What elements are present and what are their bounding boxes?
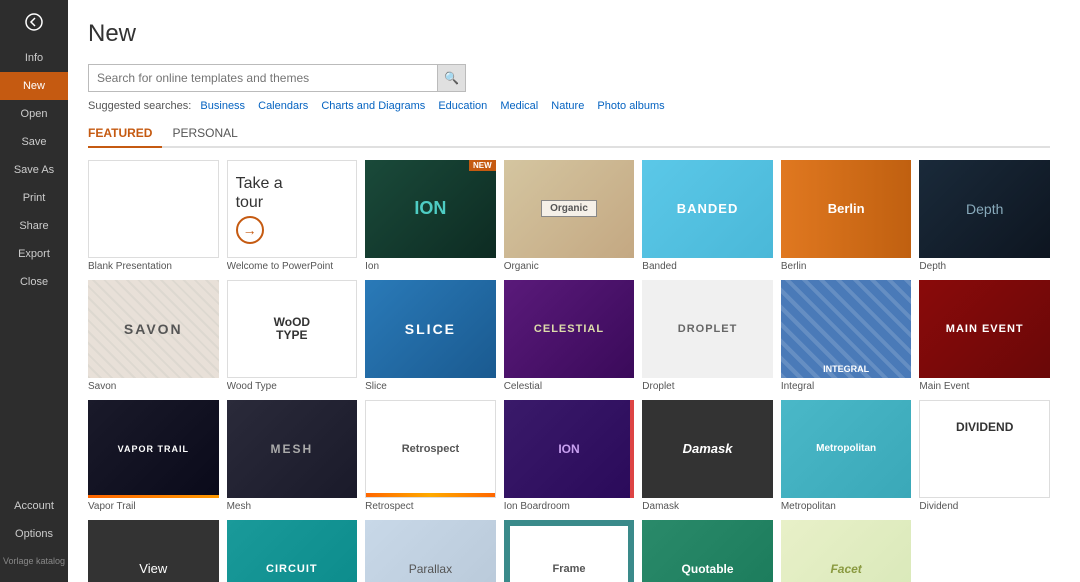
template-mesh[interactable]: MESH Mesh — [227, 400, 358, 512]
sidebar-item-export[interactable]: Export — [0, 240, 68, 268]
sidebar-item-open[interactable]: Open — [0, 100, 68, 128]
sidebar-item-print[interactable]: Print — [0, 184, 68, 212]
sidebar: Info New Open Save Save As Print Share E… — [0, 0, 68, 582]
sidebar-footer-label: Vorlage katalog — [0, 548, 68, 574]
tab-personal[interactable]: PERSONAL — [172, 122, 247, 148]
template-vaportrail[interactable]: VAPOR TRAIL Vapor Trail — [88, 400, 219, 512]
template-celestial[interactable]: CELESTIAL Celestial — [504, 280, 635, 392]
suggested-charts[interactable]: Charts and Diagrams — [321, 100, 425, 112]
suggested-nature[interactable]: Nature — [551, 100, 584, 112]
suggested-medical[interactable]: Medical — [500, 100, 538, 112]
template-quotable[interactable]: Quotable Quotable — [642, 520, 773, 582]
template-mainevent[interactable]: MAIN EVENT Main Event — [919, 280, 1050, 392]
tabs-row: FEATURED PERSONAL — [88, 122, 1050, 148]
page-title: New — [88, 20, 1050, 48]
sidebar-item-new[interactable]: New — [0, 72, 68, 100]
template-view[interactable]: View View — [88, 520, 219, 582]
template-grid: Blank Presentation Take atour → Welcome … — [88, 160, 1050, 582]
suggested-calendars[interactable]: Calendars — [258, 100, 308, 112]
template-frame[interactable]: Frame Frame — [504, 520, 635, 582]
template-parallax[interactable]: Parallax Parallax — [365, 520, 496, 582]
search-row: 🔍 — [88, 64, 1050, 92]
sidebar-item-share[interactable]: Share — [0, 212, 68, 240]
template-integral[interactable]: INTEGRAL Integral — [781, 280, 912, 392]
template-organic[interactable]: Organic Organic — [504, 160, 635, 272]
template-circuit[interactable]: CIRCUIT Circuit — [227, 520, 358, 582]
suggested-education[interactable]: Education — [438, 100, 487, 112]
template-slice[interactable]: SLICE Slice — [365, 280, 496, 392]
back-button[interactable] — [0, 0, 68, 44]
template-blank[interactable]: Blank Presentation — [88, 160, 219, 272]
ion-new-tag: NEW — [469, 160, 496, 171]
search-icon: 🔍 — [444, 71, 459, 85]
template-savon[interactable]: SAVON Savon — [88, 280, 219, 392]
main-content: New 🔍 Suggested searches: Business Calen… — [68, 0, 1080, 582]
template-ion[interactable]: ION NEW Ion — [365, 160, 496, 272]
template-woodtype[interactable]: WoODTYPE Wood Type — [227, 280, 358, 392]
template-berlin[interactable]: Berlin Berlin — [781, 160, 912, 272]
template-banded[interactable]: BANDED Banded — [642, 160, 773, 272]
template-ionboardroom[interactable]: ION Ion Boardroom — [504, 400, 635, 512]
tour-arrow-icon: → — [236, 216, 264, 244]
template-damask[interactable]: Damask Damask — [642, 400, 773, 512]
sidebar-item-account[interactable]: Account — [0, 492, 68, 520]
template-depth[interactable]: Depth Depth — [919, 160, 1050, 272]
search-button[interactable]: 🔍 — [438, 64, 466, 92]
sidebar-item-close[interactable]: Close — [0, 268, 68, 296]
search-input[interactable] — [88, 64, 438, 92]
template-dividend[interactable]: DIVIDEND Dividend — [919, 400, 1050, 512]
suggested-photoalbums[interactable]: Photo albums — [597, 100, 664, 112]
template-metropolitan[interactable]: Metropolitan Metropolitan — [781, 400, 912, 512]
sidebar-item-save[interactable]: Save — [0, 128, 68, 156]
template-tour[interactable]: Take atour → Welcome to PowerPoint — [227, 160, 358, 272]
sidebar-item-options[interactable]: Options — [0, 520, 68, 548]
tab-featured[interactable]: FEATURED — [88, 122, 162, 148]
suggested-business[interactable]: Business — [200, 100, 245, 112]
template-facet[interactable]: Facet Facet — [781, 520, 912, 582]
sidebar-item-saveas[interactable]: Save As — [0, 156, 68, 184]
template-retrospect[interactable]: Retrospect Retrospect — [365, 400, 496, 512]
sidebar-item-info[interactable]: Info — [0, 44, 68, 72]
template-droplet[interactable]: DROPLET Droplet — [642, 280, 773, 392]
suggested-searches: Suggested searches: Business Calendars C… — [88, 100, 1050, 112]
